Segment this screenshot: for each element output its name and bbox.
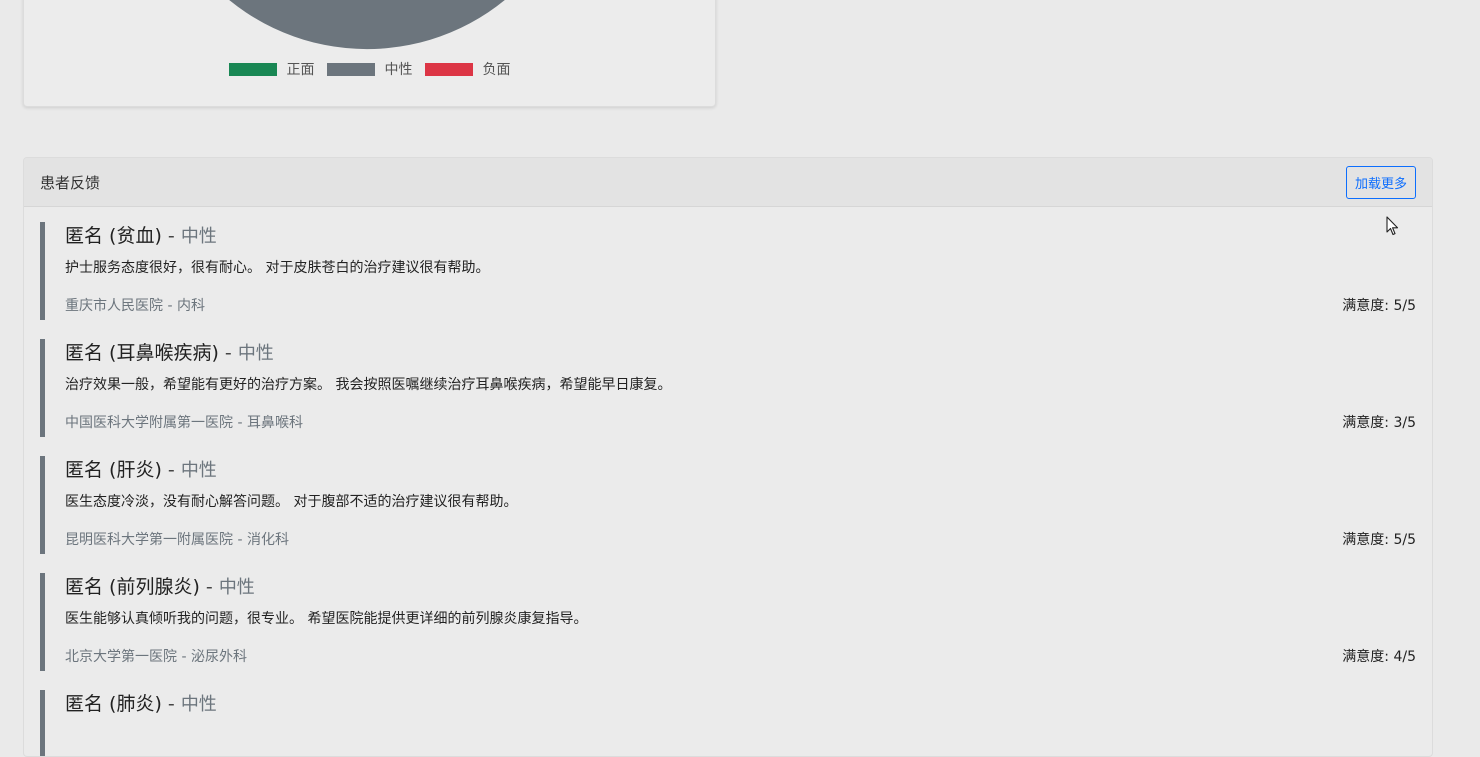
feedback-footer: 昆明医科大学第一附属医院 - 消化科 满意度: 5/5 [65, 529, 1416, 549]
feedback-item: 匿名 (肺炎) - 中性 [40, 690, 1416, 756]
sentiment-chart-card: 正面 中性 负面 [23, 0, 716, 107]
feedback-text: 医生态度冷淡，没有耐心解答问题。 对于腹部不适的治疗建议很有帮助。 [65, 494, 518, 510]
feedback-footer: 北京大学第一医院 - 泌尿外科 满意度: 4/5 [65, 646, 1416, 666]
feedback-item: 匿名 (前列腺炎) - 中性 医生能够认真倾听我的问题，很专业。 希望医院能提供… [40, 573, 1416, 671]
feedback-sentiment: 中性 [218, 577, 255, 598]
feedback-satisfaction: 满意度: 4/5 [1342, 649, 1416, 665]
feedback-item-title: 匿名 (贫血) - 中性 [65, 222, 1416, 249]
feedback-sentiment: 中性 [237, 343, 274, 364]
legend-swatch-positive [228, 62, 277, 76]
feedback-title: 患者反馈 [40, 173, 101, 192]
feedback-title-separator: - [199, 576, 219, 598]
feedback-sentiment: 中性 [180, 226, 217, 247]
legend-label-neutral: 中性 [384, 62, 413, 78]
feedback-text: 治疗效果一般，希望能有更好的治疗方案。 我会按照医嘱继续治疗耳鼻喉疾病，希望能早… [65, 377, 672, 393]
legend-label-positive: 正面 [286, 62, 315, 78]
feedback-item: 匿名 (耳鼻喉疾病) - 中性 治疗效果一般，希望能有更好的治疗方案。 我会按照… [40, 339, 1416, 437]
feedback-text: 医生能够认真倾听我的问题，很专业。 希望医院能提供更详细的前列腺炎康复指导。 [65, 611, 588, 627]
feedback-hospital: 北京大学第一医院 - 泌尿外科 [65, 649, 247, 665]
feedback-text: 护士服务态度很好，很有耐心。 对于皮肤苍白的治疗建议很有帮助。 [65, 260, 490, 276]
feedback-patient-name: 匿名 (耳鼻喉疾病) [65, 342, 219, 364]
feedback-patient-name: 匿名 (贫血) [65, 225, 162, 247]
feedback-hospital: 重庆市人民医院 - 内科 [65, 298, 205, 314]
feedback-patient-name: 匿名 (肝炎) [65, 459, 162, 481]
chart-legend: 正面 中性 负面 [24, 59, 715, 79]
feedback-item-title: 匿名 (前列腺炎) - 中性 [65, 573, 1416, 600]
legend-label-negative: 负面 [482, 62, 511, 78]
legend-swatch-negative [424, 62, 473, 76]
feedback-item-title: 匿名 (肝炎) - 中性 [65, 456, 1416, 483]
load-more-button[interactable]: 加载更多 [1345, 165, 1416, 199]
feedback-title-separator: - [161, 693, 181, 715]
feedback-item-title: 匿名 (肺炎) - 中性 [65, 690, 1416, 717]
legend-item-negative[interactable]: 负面 [424, 59, 511, 79]
patient-feedback-card: 患者反馈 加载更多 匿名 (贫血) - 中性 护士服务态度很好，很有耐心。 对于… [23, 157, 1433, 757]
feedback-item-title: 匿名 (耳鼻喉疾病) - 中性 [65, 339, 1416, 366]
feedback-list: 匿名 (贫血) - 中性 护士服务态度很好，很有耐心。 对于皮肤苍白的治疗建议很… [24, 207, 1432, 756]
sentiment-pie-chart [149, 0, 585, 49]
feedback-satisfaction: 满意度: 3/5 [1342, 415, 1416, 431]
feedback-item: 匿名 (贫血) - 中性 护士服务态度很好，很有耐心。 对于皮肤苍白的治疗建议很… [40, 222, 1416, 320]
pie-slice-neutral[interactable] [149, 0, 585, 49]
feedback-hospital: 中国医科大学附属第一医院 - 耳鼻喉科 [65, 415, 303, 431]
feedback-title-separator: - [161, 459, 181, 481]
legend-swatch-neutral [326, 62, 375, 76]
feedback-satisfaction: 满意度: 5/5 [1342, 298, 1416, 314]
feedback-header: 患者反馈 加载更多 [24, 158, 1432, 207]
legend-item-positive[interactable]: 正面 [228, 59, 315, 79]
feedback-sentiment: 中性 [180, 460, 217, 481]
feedback-hospital: 昆明医科大学第一附属医院 - 消化科 [65, 532, 289, 548]
mouse-pointer-icon [1386, 216, 1399, 236]
feedback-patient-name: 匿名 (肺炎) [65, 693, 162, 715]
legend-item-neutral[interactable]: 中性 [326, 59, 413, 79]
feedback-title-separator: - [161, 225, 181, 247]
feedback-item: 匿名 (肝炎) - 中性 医生态度冷淡，没有耐心解答问题。 对于腹部不适的治疗建… [40, 456, 1416, 554]
feedback-patient-name: 匿名 (前列腺炎) [65, 576, 200, 598]
feedback-satisfaction: 满意度: 5/5 [1342, 532, 1416, 548]
feedback-footer: 中国医科大学附属第一医院 - 耳鼻喉科 满意度: 3/5 [65, 412, 1416, 432]
feedback-sentiment: 中性 [180, 694, 217, 715]
feedback-footer: 重庆市人民医院 - 内科 满意度: 5/5 [65, 295, 1416, 315]
feedback-title-separator: - [218, 342, 238, 364]
